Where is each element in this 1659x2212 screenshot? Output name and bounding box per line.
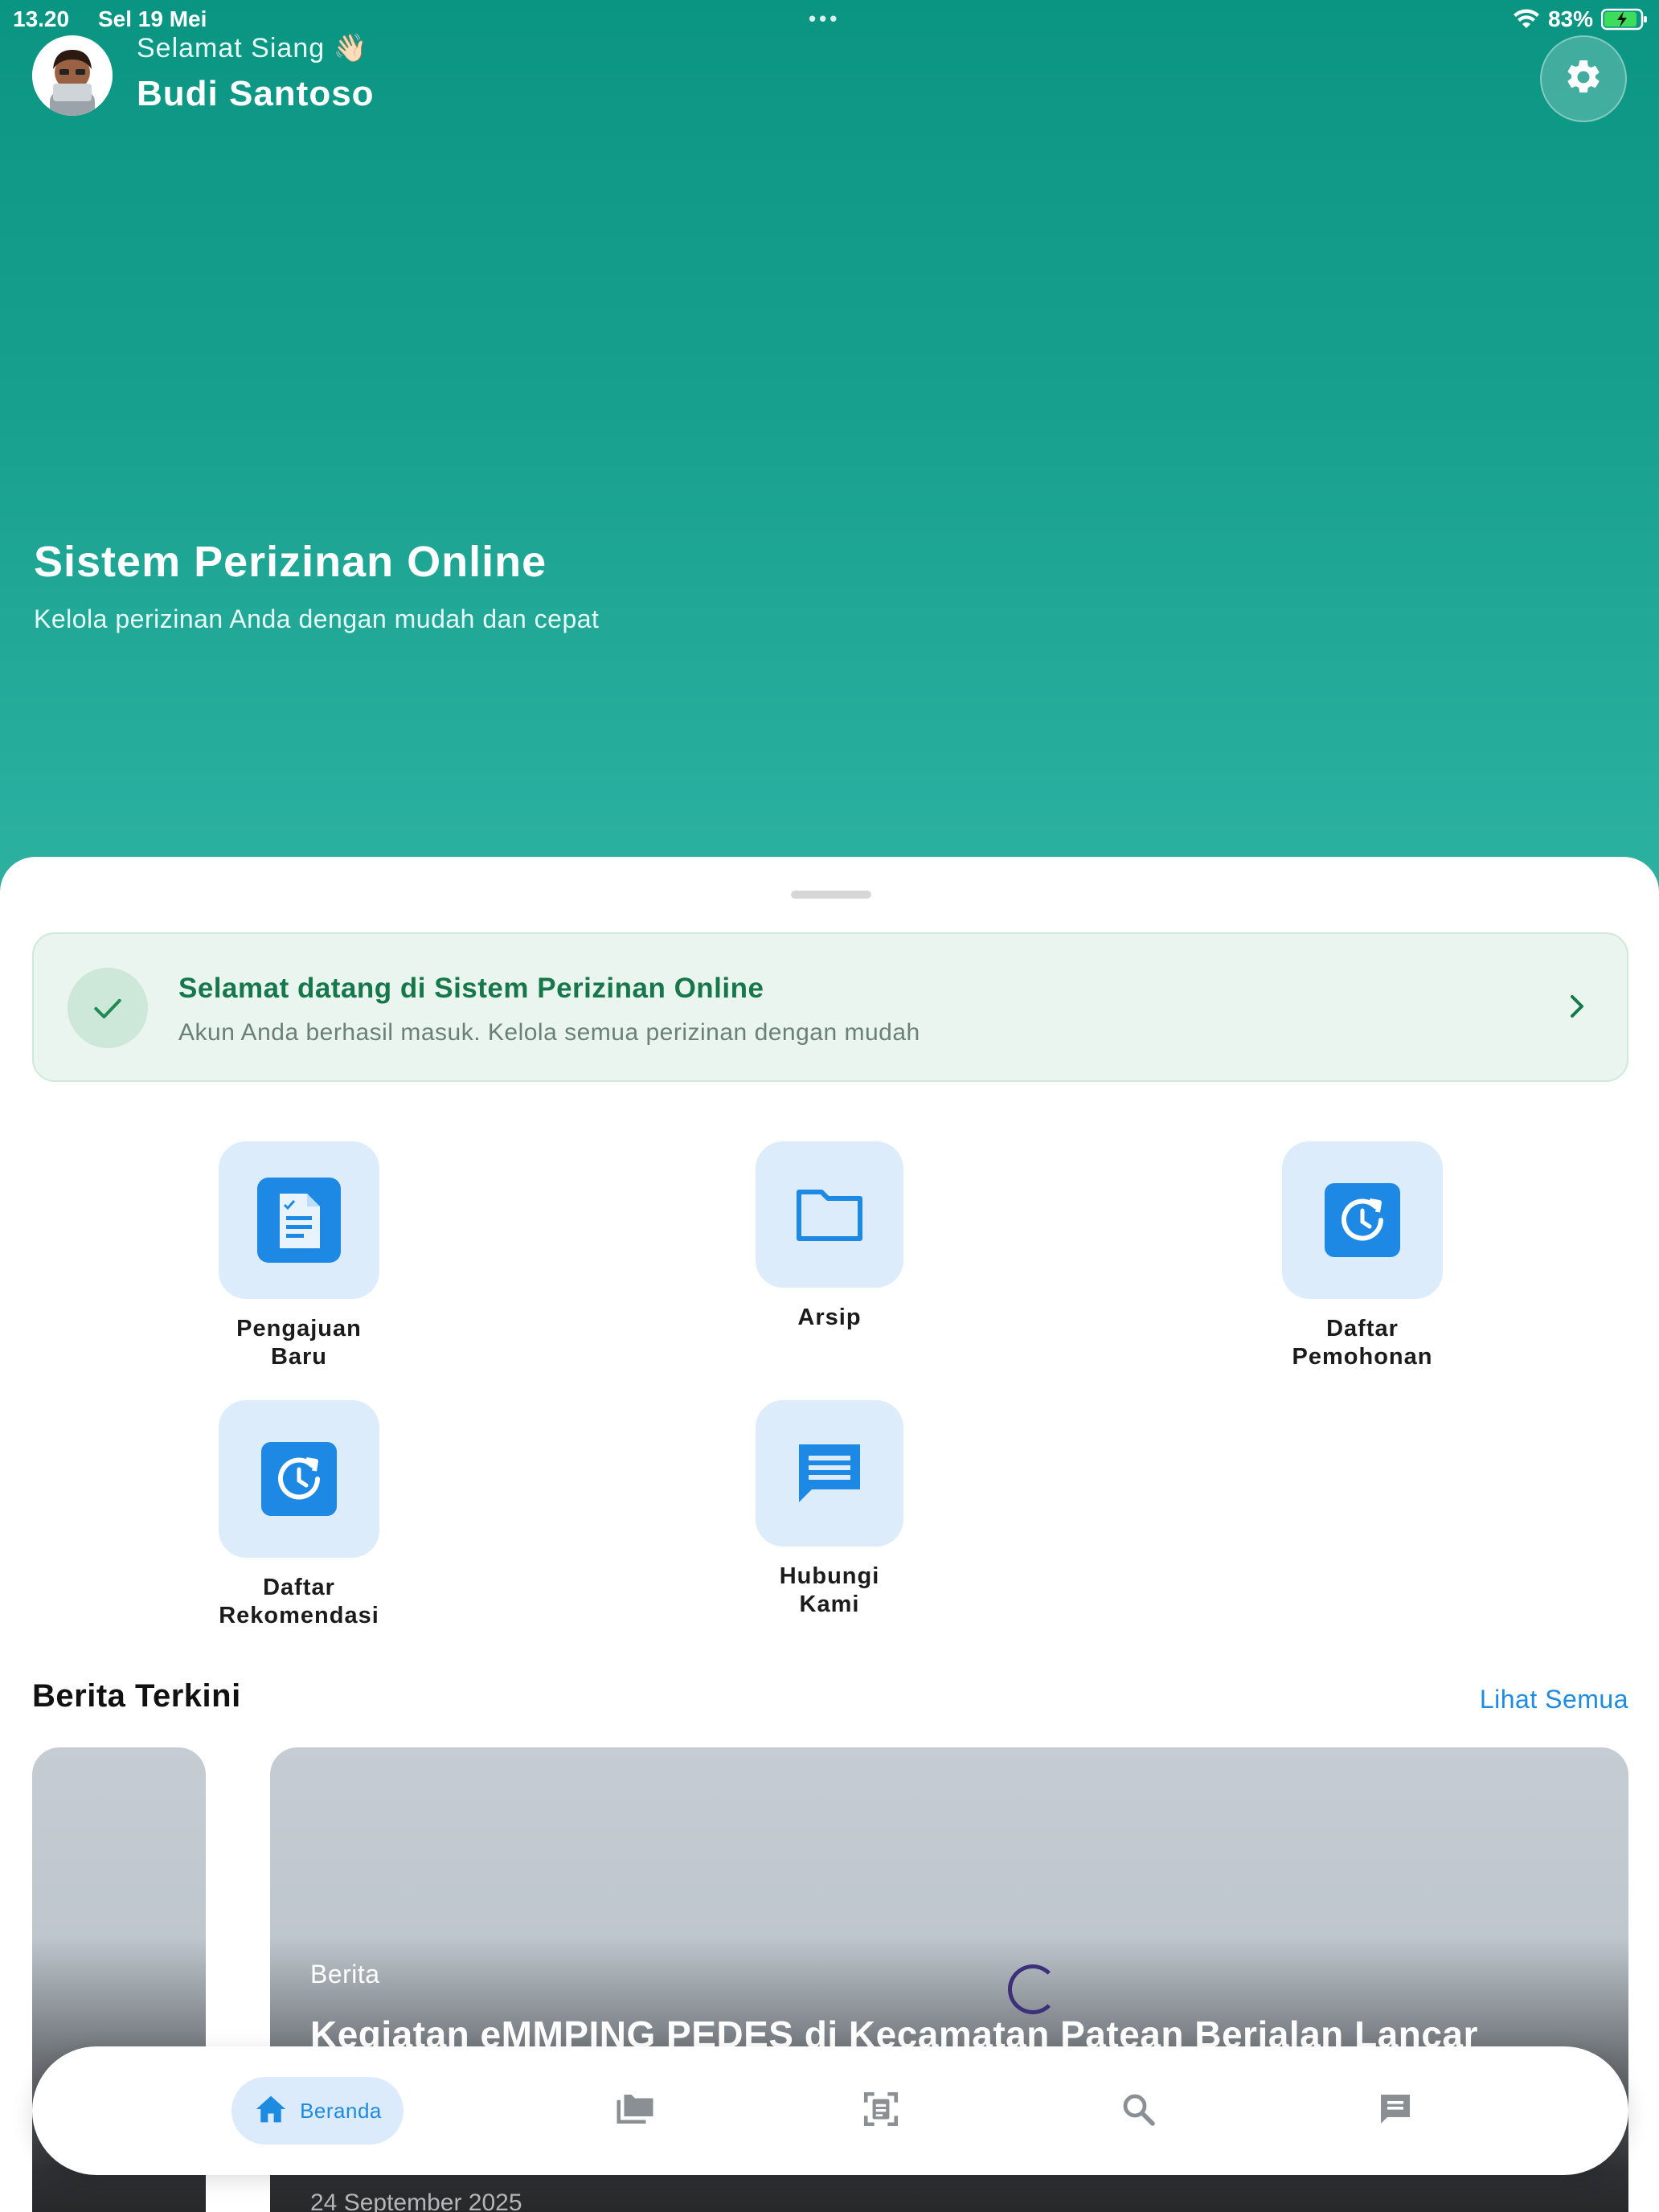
user-name: Budi Santoso bbox=[137, 74, 375, 113]
chevron-right-icon bbox=[1566, 990, 1588, 1026]
see-all-link[interactable]: Lihat Semua bbox=[1480, 1685, 1628, 1714]
nav-arsip[interactable] bbox=[595, 2077, 675, 2144]
news-category: Berita bbox=[310, 1960, 380, 1989]
menu-pengajuan-baru[interactable]: Pengajuan Baru bbox=[178, 1141, 420, 1371]
welcome-banner-title: Selamat datang di Sistem Perizinan Onlin… bbox=[178, 973, 764, 1004]
check-icon bbox=[68, 968, 148, 1048]
bottom-navigation: Beranda bbox=[32, 2046, 1628, 2175]
avatar[interactable] bbox=[32, 35, 113, 116]
history-icon bbox=[1282, 1141, 1443, 1299]
menu-daftar-pemohonan[interactable]: Daftar Pemohonan bbox=[1242, 1141, 1483, 1371]
menu-label: Pengajuan Baru bbox=[236, 1316, 362, 1370]
menu-label: Hubungi Kami bbox=[779, 1563, 880, 1617]
nav-label: Beranda bbox=[300, 2098, 382, 2123]
menu-label: Daftar Rekomendasi bbox=[219, 1575, 379, 1628]
folder-stack-icon bbox=[613, 2091, 657, 2132]
battery-charging-icon bbox=[1601, 8, 1648, 31]
home-icon bbox=[253, 2093, 289, 2129]
message-icon bbox=[756, 1400, 903, 1546]
status-indicators: 83% bbox=[1513, 6, 1648, 32]
wifi-icon bbox=[1513, 9, 1540, 30]
settings-button[interactable] bbox=[1540, 35, 1627, 122]
hero-subtitle: Kelola perizinan Anda dengan mudah dan c… bbox=[34, 604, 600, 633]
multitasking-dots[interactable]: ••• bbox=[809, 6, 840, 31]
hero-title: Sistem Perizinan Online bbox=[34, 538, 547, 586]
news-section-title: Berita Terkini bbox=[32, 1678, 241, 1714]
nav-scan[interactable] bbox=[841, 2077, 921, 2144]
folder-icon bbox=[756, 1141, 903, 1288]
content-sheet: Selamat datang di Sistem Perizinan Onlin… bbox=[0, 857, 1659, 2212]
menu-hubungi-kami[interactable]: Hubungi Kami bbox=[709, 1400, 950, 1619]
nav-beranda[interactable]: Beranda bbox=[231, 2077, 403, 2144]
welcome-banner-text: Akun Anda berhasil masuk. Kelola semua p… bbox=[178, 1019, 920, 1046]
sheet-drag-handle[interactable] bbox=[791, 891, 871, 899]
chat-icon bbox=[1376, 2090, 1415, 2132]
nav-chat[interactable] bbox=[1355, 2077, 1436, 2144]
menu-daftar-rekomendasi[interactable]: Daftar Rekomendasi bbox=[178, 1400, 420, 1630]
greeting-text: Selamat Siang 👋🏻 bbox=[137, 33, 368, 63]
gear-icon bbox=[1563, 57, 1604, 101]
menu-label: Arsip bbox=[797, 1305, 862, 1330]
new-document-icon bbox=[219, 1141, 379, 1299]
search-icon bbox=[1119, 2090, 1157, 2132]
nav-search[interactable] bbox=[1098, 2077, 1178, 2144]
welcome-banner[interactable]: Selamat datang di Sistem Perizinan Onlin… bbox=[32, 932, 1628, 1082]
battery-percent: 83% bbox=[1547, 6, 1593, 31]
menu-arsip[interactable]: Arsip bbox=[709, 1141, 950, 1332]
news-date: 24 September 2025 bbox=[310, 2189, 522, 2212]
status-date: Sel 19 Mei bbox=[98, 6, 207, 31]
status-time: 13.20 bbox=[13, 6, 70, 31]
menu-label: Daftar Pemohonan bbox=[1292, 1316, 1433, 1370]
history-icon bbox=[219, 1400, 379, 1558]
hero-header: 13.20 Sel 19 Mei ••• 83% Selamat Siang 👋… bbox=[0, 0, 1659, 900]
loading-spinner bbox=[1008, 1964, 1058, 2014]
scan-document-icon bbox=[861, 2088, 901, 2134]
